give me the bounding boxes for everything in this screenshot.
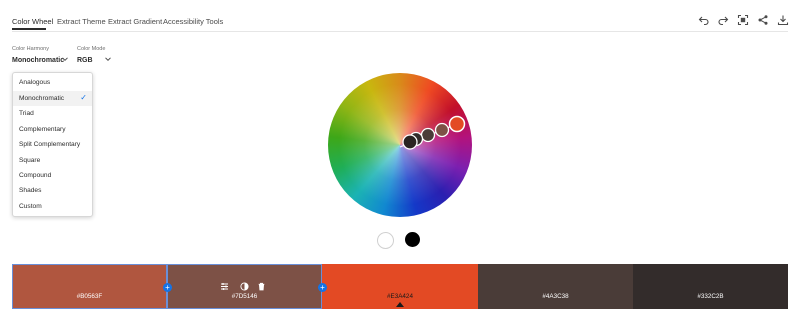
harmony-option-monochromatic[interactable]: Monochromatic ✓ [13, 91, 92, 106]
redo-icon[interactable] [716, 14, 730, 28]
tab-divider [12, 31, 788, 32]
base-color-indicator [396, 302, 404, 307]
color-harmony-label: Color Harmony [12, 46, 49, 52]
swatch-hex: #B0563F [76, 293, 103, 300]
chevron-down-icon[interactable] [104, 55, 112, 65]
active-tab-indicator [12, 28, 46, 30]
checkmark-icon: ✓ [80, 93, 87, 102]
swatch-hex: #E3A424 [387, 293, 413, 300]
add-swatch-button[interactable]: + [163, 283, 172, 292]
trash-icon[interactable] [257, 282, 266, 293]
harmony-option-square[interactable]: Square [13, 153, 92, 168]
download-icon[interactable] [776, 14, 790, 28]
contrast-icon[interactable] [240, 282, 249, 293]
harmony-option-compound[interactable]: Compound [13, 168, 92, 183]
tab-accessibility-tools[interactable]: Accessibility Tools [163, 17, 223, 26]
tab-extract-gradient[interactable]: Extract Gradient [108, 17, 162, 26]
harmony-option-complementary[interactable]: Complementary [13, 122, 92, 137]
swatch-hex: #332C2B [697, 293, 724, 300]
harmony-option-custom[interactable]: Custom [13, 199, 92, 214]
chevron-down-icon[interactable] [61, 55, 69, 65]
palette-swatch[interactable]: #4A3C38 [478, 264, 633, 309]
color-harmony-select[interactable]: Monochromatic [12, 57, 64, 64]
swatch-hex: #7D5146 [231, 293, 258, 300]
harmony-option-analogous[interactable]: Analogous [13, 75, 92, 90]
swatch-outline [12, 264, 167, 309]
undo-icon[interactable] [697, 14, 711, 28]
tab-bar: Color Wheel Extract Theme Extract Gradie… [0, 0, 800, 36]
swatch-hex: #4A3C38 [542, 293, 569, 300]
palette-swatch[interactable]: #7D5146 [167, 264, 322, 309]
adjust-sliders-icon[interactable] [220, 282, 229, 293]
color-wheel[interactable] [328, 73, 472, 217]
black-swatch[interactable] [405, 232, 420, 247]
share-icon[interactable] [756, 14, 770, 28]
harmony-option-split-complementary[interactable]: Split Complementary [13, 137, 92, 152]
color-mode-label: Color Mode [77, 46, 106, 52]
harmony-option-triad[interactable]: Triad [13, 106, 92, 121]
color-mode-select[interactable]: RGB [77, 57, 93, 64]
tab-extract-theme[interactable]: Extract Theme [57, 17, 106, 26]
white-swatch[interactable] [377, 232, 394, 249]
add-swatch-button[interactable]: + [318, 283, 327, 292]
harmony-option-shades[interactable]: Shades [13, 183, 92, 198]
fullscreen-icon[interactable] [736, 14, 750, 28]
tab-color-wheel[interactable]: Color Wheel [12, 17, 53, 26]
palette-swatch[interactable]: #332C2B [633, 264, 788, 309]
color-harmony-dropdown: Analogous Monochromatic ✓ Triad Complemen… [12, 72, 93, 217]
palette-swatch[interactable]: #B0563F [12, 264, 167, 309]
